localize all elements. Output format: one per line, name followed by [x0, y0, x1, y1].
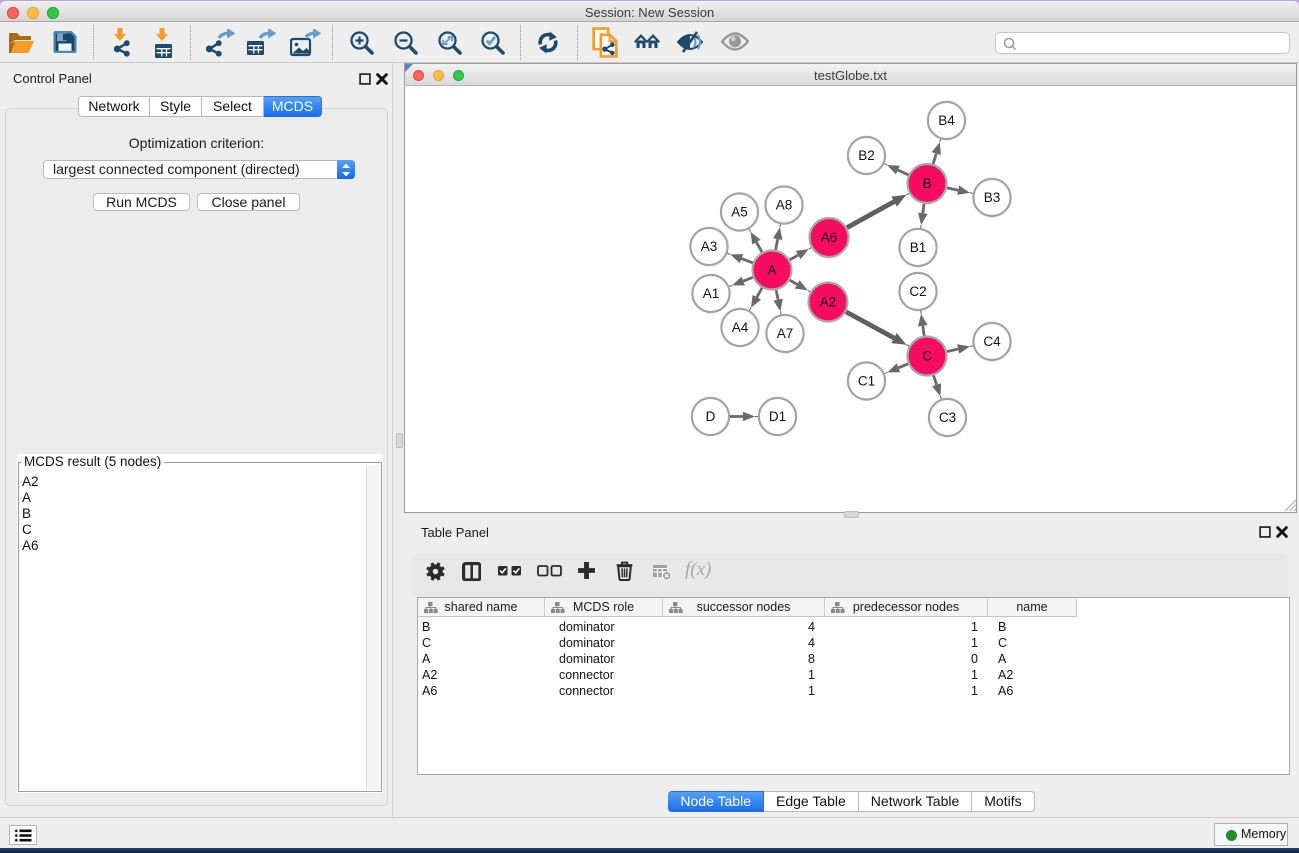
- svg-text:A: A: [767, 263, 776, 278]
- svg-text:A3: A3: [701, 239, 718, 254]
- svg-text:A5: A5: [731, 205, 748, 220]
- svg-text:D: D: [706, 409, 716, 424]
- svg-text:D1: D1: [769, 409, 786, 424]
- svg-text:C2: C2: [909, 284, 926, 299]
- svg-text:A4: A4: [732, 320, 749, 335]
- svg-text:A7: A7: [777, 326, 794, 341]
- svg-text:C1: C1: [858, 374, 875, 389]
- svg-text:C: C: [922, 349, 932, 364]
- svg-text:A1: A1: [703, 286, 720, 301]
- svg-text:A8: A8: [776, 198, 793, 213]
- svg-text:C3: C3: [939, 410, 956, 425]
- svg-text:B4: B4: [938, 113, 955, 128]
- svg-text:B2: B2: [858, 148, 875, 163]
- svg-text:B1: B1: [910, 240, 927, 255]
- svg-text:A2: A2: [820, 295, 837, 310]
- svg-text:C4: C4: [983, 334, 1001, 349]
- svg-text:A6: A6: [821, 230, 838, 245]
- svg-text:B3: B3: [984, 190, 1001, 205]
- svg-text:B: B: [922, 176, 931, 191]
